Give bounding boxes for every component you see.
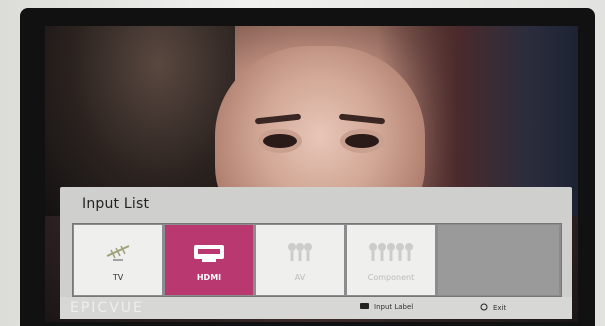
- input-label-text: Input Label: [374, 303, 414, 311]
- exit-icon: [480, 303, 488, 313]
- panel-title: Input List: [82, 196, 150, 212]
- hdmi-icon: [191, 239, 227, 267]
- exit-text: Exit: [493, 304, 507, 312]
- brand-watermark: EPICVUE: [70, 300, 144, 316]
- eye-right: [345, 134, 379, 148]
- source-label: TV: [112, 272, 124, 282]
- source-label: AV: [294, 272, 306, 282]
- input-label-hint[interactable]: Input Label: [360, 303, 413, 311]
- source-label: HDMI: [196, 272, 222, 282]
- source-label: Component: [367, 272, 415, 282]
- source-list: TV HDMI AV Component: [72, 223, 562, 297]
- eye-left: [263, 134, 297, 148]
- osd-footer: EPICVUE Input Label Exit: [60, 297, 572, 319]
- component-jacks-icon: [367, 239, 415, 267]
- antenna-icon: [103, 239, 133, 267]
- source-empty-slot: [438, 225, 559, 295]
- source-hdmi[interactable]: HDMI: [165, 225, 253, 295]
- input-list-panel: Input List TV HDMI AV Component: [60, 187, 572, 309]
- source-tv[interactable]: TV: [74, 225, 162, 295]
- exit-hint[interactable]: Exit: [480, 303, 506, 313]
- source-component[interactable]: Component: [347, 225, 435, 295]
- remote-button-icon: [360, 303, 369, 311]
- source-av[interactable]: AV: [256, 225, 344, 295]
- av-jacks-icon: [285, 239, 315, 267]
